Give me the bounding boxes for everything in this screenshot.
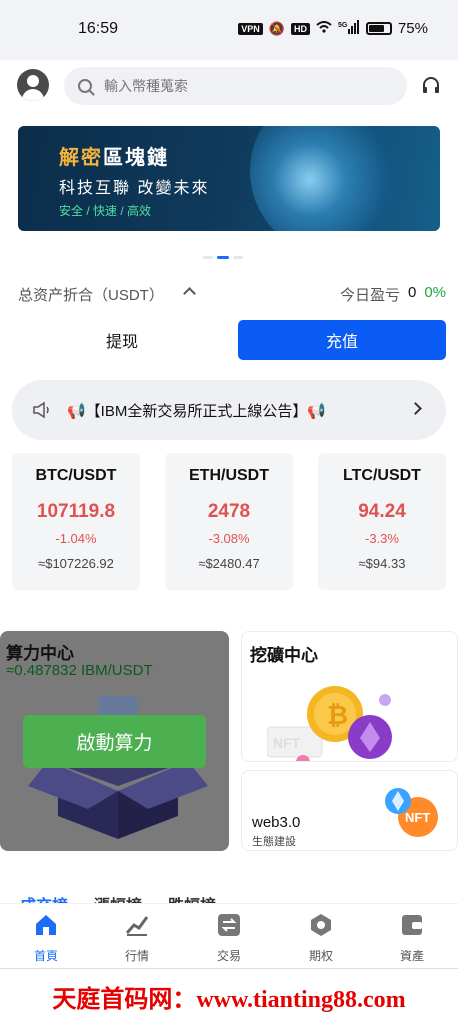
ticker-change: -3.3% <box>365 531 399 546</box>
nav-label: 資產 <box>399 949 424 963</box>
header <box>0 66 458 110</box>
mute-icon: 🔕 <box>268 20 285 36</box>
ticker-pair: LTC/USDT <box>343 467 421 484</box>
battery-fill <box>368 25 384 32</box>
bottom-navigation: 首頁 行情 交易 期权 資產 <box>0 903 458 965</box>
ticker-card-btc[interactable]: BTC/USDT 107119.8 -1.04% ≈$107226.92 <box>12 453 140 590</box>
hd-icon: HD <box>290 22 310 35</box>
banner-pagination <box>203 256 243 259</box>
ticker-pair: BTC/USDT <box>35 467 117 484</box>
nav-home[interactable]: 首頁 <box>16 912 76 964</box>
ticker-price: 2478 <box>207 501 251 522</box>
headset-icon[interactable] <box>421 76 441 96</box>
status-bar: 16:59 VPN 🔕 HD 5G 75% <box>0 0 458 60</box>
banner-title-rest: 區塊鏈 <box>103 147 169 169</box>
today-pnl: 今日盈亏 0 0% <box>340 284 446 305</box>
battery-icon <box>365 22 392 35</box>
ticker-change: -3.08% <box>208 531 250 546</box>
mining-title: 挖礦中心 <box>250 646 318 665</box>
nav-label: 期权 <box>308 949 333 963</box>
mining-center-card[interactable]: 挖礦中心 NFT ₿ <box>241 631 458 762</box>
total-asset-label: 总资产折合（USDT） <box>18 287 164 304</box>
pnl-percent: 0% <box>424 284 446 301</box>
ticker-usd: ≈$107226.92 <box>38 556 114 571</box>
ticker-usd: ≈$94.33 <box>358 556 406 571</box>
power-title: 算力中心 <box>6 644 74 663</box>
withdraw-button[interactable]: 提现 <box>18 320 226 360</box>
chevron-up-icon[interactable] <box>183 287 196 300</box>
battery-percent: 75% <box>397 20 428 37</box>
nft-badge-icon: NFT <box>385 788 438 837</box>
globe-image <box>250 126 420 231</box>
ticker-price: 94.24 <box>358 501 406 522</box>
banner-subtitle: 科技互聯 改變未來 <box>59 180 210 197</box>
wifi-icon <box>316 21 332 36</box>
svg-text:5G: 5G <box>338 22 348 29</box>
svg-text:NFT: NFT <box>405 810 430 825</box>
power-rate: ≈0.487832 IBM/USDT <box>6 662 153 679</box>
avatar-head <box>27 75 39 87</box>
promo-banner[interactable]: 解密區塊鏈 科技互聯 改變未來 安全 / 快速 / 高效 <box>18 126 440 231</box>
banner-title: 解密區塊鏈 <box>59 141 169 170</box>
pnl-label: 今日盈亏 <box>339 287 400 304</box>
nav-label: 交易 <box>216 949 241 963</box>
web3-subtitle: 生態建設 <box>252 836 296 848</box>
search-bar[interactable] <box>64 67 407 105</box>
trade-icon <box>218 914 240 936</box>
nav-label: 首頁 <box>33 949 58 963</box>
home-icon <box>36 915 56 935</box>
start-computing-button[interactable]: 啟動算力 <box>23 715 206 768</box>
crypto-coins-illustration: NFT ₿ <box>267 686 392 761</box>
nav-label: 行情 <box>124 949 149 963</box>
watermark-text: 天庭首码网：www.tianting88.com <box>0 968 458 1024</box>
computing-power-card[interactable]: 算力中心 ≈0.487832 IBM/USDT 啟動算力 <box>0 631 229 851</box>
nav-options[interactable]: 期权 <box>291 912 351 964</box>
options-icon <box>311 914 331 936</box>
svg-text:NFT: NFT <box>273 735 301 751</box>
pnl-value: 0 <box>407 284 417 301</box>
signal-icon: 5G <box>338 20 360 37</box>
wallet-icon <box>402 915 422 935</box>
web3-card[interactable]: NFT web3.0 生態建設 <box>241 770 458 851</box>
banner-tags: 安全 / 快速 / 高效 <box>59 204 152 218</box>
chevron-right-icon[interactable] <box>409 402 422 415</box>
avatar[interactable] <box>17 69 49 101</box>
pagination-dot-active[interactable] <box>217 256 229 259</box>
deposit-button[interactable]: 充值 <box>238 320 446 360</box>
nav-assets[interactable]: 資產 <box>382 912 442 964</box>
svg-text:₿: ₿ <box>327 700 348 730</box>
vpn-icon: VPN <box>238 22 263 35</box>
pagination-dot[interactable] <box>203 256 213 259</box>
avatar-body <box>22 89 44 101</box>
search-input[interactable] <box>104 78 374 94</box>
status-icons: VPN 🔕 HD 5G 75% <box>238 20 428 37</box>
status-time: 16:59 <box>78 20 119 37</box>
market-icon <box>125 916 149 936</box>
search-icon <box>78 79 92 93</box>
nav-market[interactable]: 行情 <box>107 912 167 964</box>
ticker-usd: ≈$2480.47 <box>198 556 260 571</box>
ticker-pair: ETH/USDT <box>189 467 269 484</box>
pagination-dot[interactable] <box>233 256 243 259</box>
web3-title: web3.0 <box>252 814 301 831</box>
ticker-card-eth[interactable]: ETH/USDT 2478 -3.08% ≈$2480.47 <box>165 453 293 590</box>
ticker-price: 107119.8 <box>36 501 116 522</box>
announcement-bar[interactable]: 📢【IBM全新交易所正式上線公告】📢 <box>12 380 446 440</box>
speaker-icon <box>33 401 49 419</box>
nav-trade[interactable]: 交易 <box>199 912 259 964</box>
announcement-text: 📢【IBM全新交易所正式上線公告】📢 <box>67 403 327 420</box>
asset-summary: 总资产折合（USDT） 今日盈亏 0 0% <box>18 284 446 306</box>
ticker-change: -1.04% <box>55 531 97 546</box>
ticker-card-ltc[interactable]: LTC/USDT 94.24 -3.3% ≈$94.33 <box>318 453 446 590</box>
banner-title-accent: 解密 <box>59 147 103 169</box>
